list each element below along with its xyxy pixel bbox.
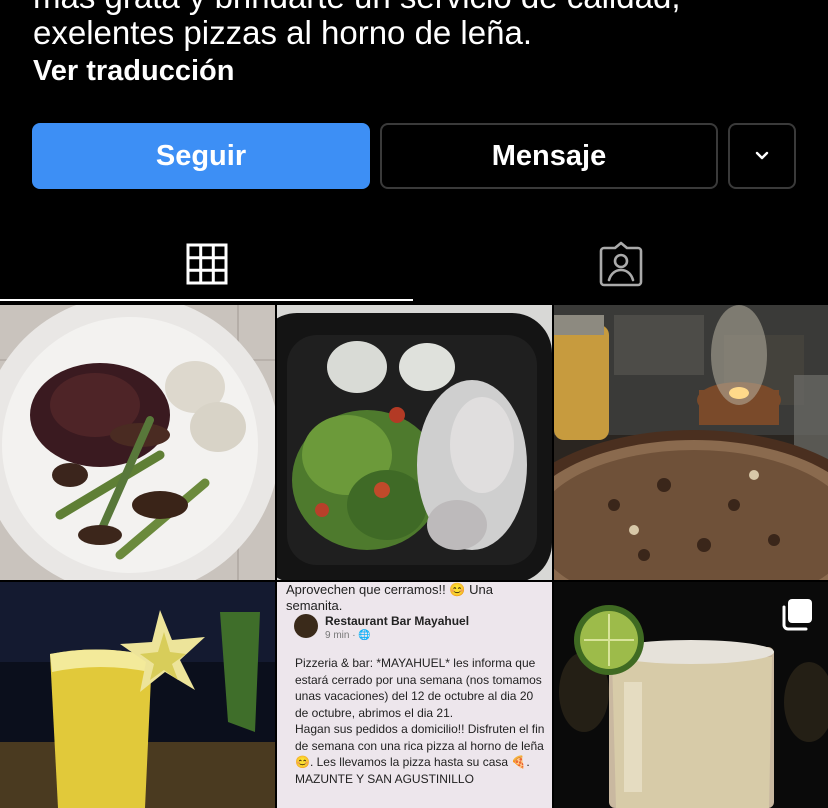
tab-tagged[interactable] (413, 228, 828, 300)
follow-button[interactable]: Seguir (32, 123, 370, 189)
post-text: Pizzeria & bar: *MAYAHUEL* les informa q… (295, 655, 545, 787)
post-timestamp: 9 min · 🌐 (325, 630, 371, 641)
post-thumbnail[interactable]: Aprovechen que cerramos!! 😊 Una semanita… (277, 582, 552, 808)
chevron-down-icon (755, 151, 769, 160)
post-paragraph: MAZUNTE Y SAN AGUSTINILLO (295, 771, 474, 786)
message-button-label: Mensaje (491, 139, 607, 172)
message-button[interactable]: Mensaje (380, 123, 718, 189)
post-thumbnail[interactable] (554, 305, 828, 580)
tab-posts-grid[interactable] (0, 228, 413, 300)
post-author: Restaurant Bar Mayahuel (325, 614, 470, 628)
post-photo (0, 582, 275, 808)
suggested-accounts-button[interactable] (728, 123, 796, 189)
active-tab-indicator (0, 299, 413, 301)
tagged-person-icon (599, 241, 642, 287)
post-paragraph: Hagan sus pedidos a domicilio!! Disfrute… (295, 722, 545, 769)
post-thumbnail[interactable] (0, 582, 275, 808)
follow-button-label: Seguir (155, 139, 247, 172)
globe-icon: 🌐 (358, 630, 371, 641)
post-paragraph: Pizzeria & bar: *MAYAHUEL* les informa q… (295, 656, 542, 720)
post-thumbnail[interactable] (277, 305, 552, 580)
post-photo (277, 305, 552, 580)
see-translation-link[interactable]: Ver traducción (33, 53, 234, 89)
carousel-icon (782, 599, 812, 631)
post-photo (0, 305, 275, 580)
avatar (294, 614, 318, 638)
grid-icon (186, 243, 227, 285)
bio-line: exelentes pizzas al horno de leña. (33, 14, 532, 51)
post-thumbnail[interactable] (0, 305, 275, 580)
post-photo (554, 305, 828, 580)
post-caption-header: Aprovechen que cerramos!! 😊 Una semanita… (286, 582, 493, 613)
